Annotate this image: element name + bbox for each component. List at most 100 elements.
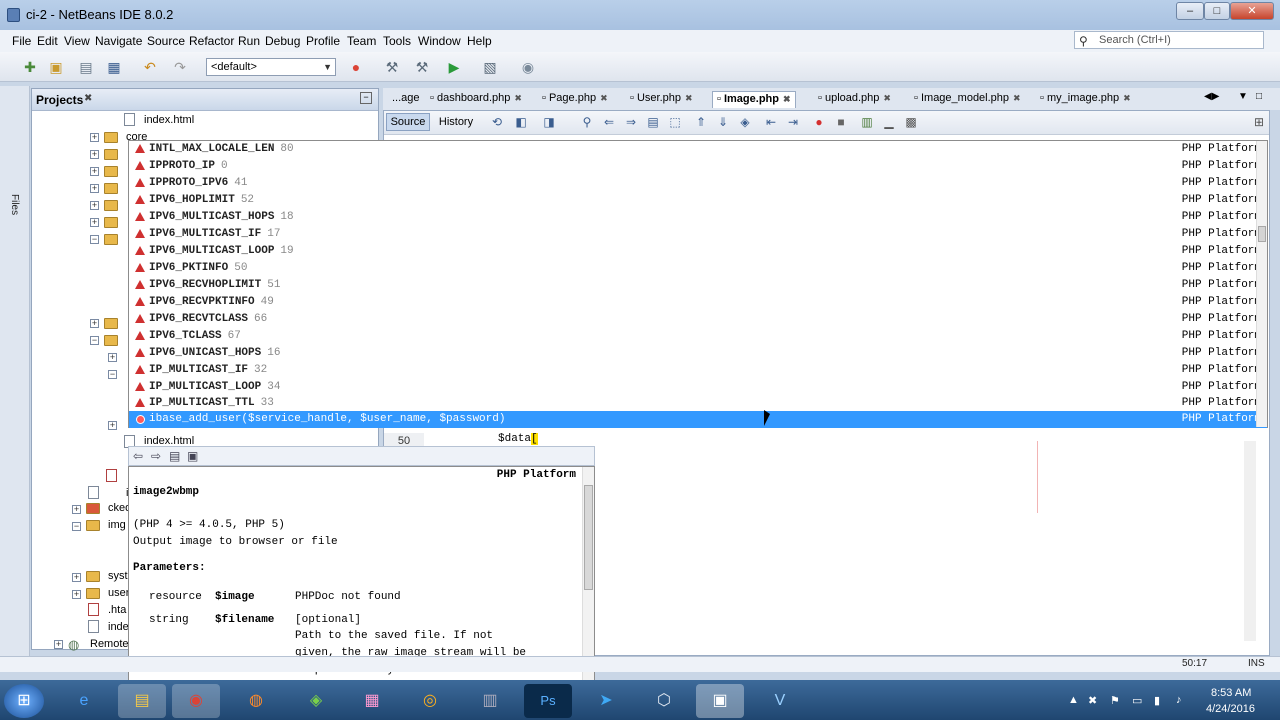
projects-title[interactable]: Projects <box>36 93 83 107</box>
expand-icon[interactable]: + <box>90 218 99 227</box>
expand-icon[interactable]: + <box>108 421 117 430</box>
comment-icon[interactable]: ▥ <box>860 115 874 129</box>
completion-item[interactable]: IPV6_HOPLIMIT 52 PHP Platform <box>129 192 1267 209</box>
split-editor-icon[interactable]: ⊞ <box>1252 115 1266 129</box>
menu-refactor[interactable]: Refactor <box>189 34 234 48</box>
tray-flag-icon[interactable]: ⚑ <box>1110 694 1120 707</box>
shift-left-icon[interactable]: ⇤ <box>764 115 778 129</box>
completion-item[interactable]: IPPROTO_IP 0 PHP Platform <box>129 158 1267 175</box>
menu-navigate[interactable]: Navigate <box>95 34 142 48</box>
back-icon[interactable]: ◧ <box>514 115 528 129</box>
tab-image[interactable]: ▫ Image.php ✖ <box>712 91 796 108</box>
code-completion-list[interactable]: INTL_MAX_LOCALE_LEN 80 PHP Platform IPPROT… <box>128 140 1268 428</box>
completion-item[interactable]: IPV6_UNICAST_HOPS 16 PHP Platform <box>129 345 1267 362</box>
tree-item[interactable]: syst <box>108 570 128 582</box>
record-macro-icon[interactable]: ● <box>812 115 826 129</box>
firefox-icon[interactable]: ◍ <box>232 684 280 718</box>
scrollbar-thumb[interactable] <box>584 485 593 590</box>
collapse-icon[interactable]: − <box>90 235 99 244</box>
expand-icon[interactable]: + <box>90 184 99 193</box>
redo-icon[interactable]: ↷ <box>170 58 190 76</box>
tab-page[interactable]: ▫ Page.php ✖ <box>538 91 612 108</box>
previous-bookmark-icon[interactable]: ⇑ <box>694 115 708 129</box>
3d-app-icon[interactable]: ⬡ <box>640 684 688 718</box>
minimize-panel-icon[interactable]: − <box>360 92 372 104</box>
completion-scrollbar[interactable] <box>1256 141 1267 427</box>
expand-icon[interactable]: + <box>90 133 99 142</box>
collapse-icon[interactable]: − <box>72 522 81 531</box>
profile-icon[interactable]: ◉ <box>518 58 538 76</box>
close-window-button[interactable]: ✕ <box>1230 2 1274 20</box>
menu-team[interactable]: Team <box>347 34 376 48</box>
scroll-tabs-left-icon[interactable]: ◀▶ <box>1204 91 1219 102</box>
close-tab-icon[interactable]: ✖ <box>600 93 608 103</box>
expand-icon[interactable]: + <box>90 201 99 210</box>
close-tab-icon[interactable]: ✖ <box>514 93 522 103</box>
minimize-button[interactable]: – <box>1176 2 1204 20</box>
stop-macro-icon[interactable]: ■ <box>834 115 848 129</box>
start-button[interactable]: ⊞ <box>4 684 44 718</box>
completion-item[interactable]: IP_MULTICAST_TTL 33 PHP Platform <box>129 395 1267 412</box>
netbeans-task-icon[interactable]: ▣ <box>696 684 744 718</box>
collapse-icon[interactable]: − <box>90 336 99 345</box>
menu-tools[interactable]: Tools <box>383 34 411 48</box>
forward-icon[interactable]: ◨ <box>542 115 556 129</box>
close-tab-icon[interactable]: ✖ <box>1123 93 1131 103</box>
telegram-icon[interactable]: ➤ <box>582 684 630 718</box>
menu-profile[interactable]: Profile <box>306 34 340 48</box>
source-button[interactable]: Source <box>386 113 430 131</box>
chrome-browser-icon[interactable]: ● <box>346 58 366 76</box>
open-browser-icon[interactable]: ▣ <box>187 449 201 463</box>
tab-age[interactable]: ...age <box>388 91 424 108</box>
completion-item[interactable]: IPV6_MULTICAST_HOPS 18 PHP Platform <box>129 209 1267 226</box>
completion-item[interactable]: IPV6_RECVHOPLIMIT 51 PHP Platform <box>129 277 1267 294</box>
vs-icon[interactable]: V <box>756 684 804 718</box>
explorer-icon[interactable]: ▤ <box>118 684 166 718</box>
run-icon[interactable]: ▶ <box>444 58 464 76</box>
close-tab-icon[interactable]: ✖ <box>685 93 693 103</box>
clock-date[interactable]: 4/24/2016 <box>1206 703 1255 715</box>
expand-icon[interactable]: + <box>90 319 99 328</box>
expand-icon[interactable]: + <box>72 573 81 582</box>
toggle-highlight-icon[interactable]: ⬚ <box>668 115 682 129</box>
close-tab-icon[interactable]: ✖ <box>783 94 791 104</box>
close-tab-icon[interactable]: ✖ <box>883 93 891 103</box>
tab-user[interactable]: ▫ User.php ✖ <box>626 91 697 108</box>
close-tab-icon[interactable]: ✖ <box>1013 93 1021 103</box>
tree-item[interactable]: img <box>108 519 126 531</box>
completion-item[interactable]: INTL_MAX_LOCALE_LEN 80 PHP Platform <box>129 141 1267 158</box>
menu-run[interactable]: Run <box>238 34 260 48</box>
completion-item[interactable]: IPV6_MULTICAST_LOOP 19 PHP Platform <box>129 243 1267 260</box>
editor-scrollbar[interactable] <box>1244 441 1256 641</box>
undo-icon[interactable]: ↶ <box>140 58 160 76</box>
tree-item[interactable]: user <box>108 587 129 599</box>
find-selection-icon[interactable]: ▤ <box>646 115 660 129</box>
next-bookmark-icon[interactable]: ⇓ <box>716 115 730 129</box>
collapse-icon[interactable]: − <box>108 370 117 379</box>
menu-debug[interactable]: Debug <box>265 34 300 48</box>
menu-source[interactable]: Source <box>147 34 185 48</box>
tab-dashboard[interactable]: ▫ dashboard.php ✖ <box>426 91 526 108</box>
save-all-icon[interactable]: ▦ <box>104 58 124 76</box>
build-icon[interactable]: ⚒ <box>382 58 402 76</box>
close-icon[interactable]: ✖ <box>84 93 92 104</box>
shift-right-icon[interactable]: ⇥ <box>786 115 800 129</box>
tray-volume-icon[interactable]: ♪ <box>1176 694 1182 706</box>
tree-item[interactable]: inde <box>108 621 129 633</box>
tree-item[interactable]: Remote <box>90 638 129 650</box>
expand-icon[interactable]: + <box>72 590 81 599</box>
tab-list-icon[interactable]: ▼ <box>1238 91 1248 102</box>
new-file-icon[interactable]: ✚ <box>20 58 40 76</box>
forward-icon[interactable]: ⇨ <box>151 449 165 463</box>
tree-item[interactable]: index.html <box>144 114 194 126</box>
clean-build-icon[interactable]: ⚒ <box>412 58 432 76</box>
completion-item[interactable]: IPV6_RECVTCLASS 66 PHP Platform <box>129 311 1267 328</box>
expand-icon[interactable]: + <box>90 167 99 176</box>
tray-signal-icon[interactable]: ▮ <box>1154 694 1160 707</box>
tray-arrow-icon[interactable]: ▲ <box>1068 694 1079 706</box>
menu-window[interactable]: Window <box>418 34 461 48</box>
pink-app-icon[interactable]: ▦ <box>348 684 396 718</box>
completion-item[interactable]: IPV6_MULTICAST_IF 17 PHP Platform <box>129 226 1267 243</box>
scrollbar-thumb[interactable] <box>1258 226 1266 242</box>
maximize-button[interactable]: □ <box>1204 2 1230 20</box>
